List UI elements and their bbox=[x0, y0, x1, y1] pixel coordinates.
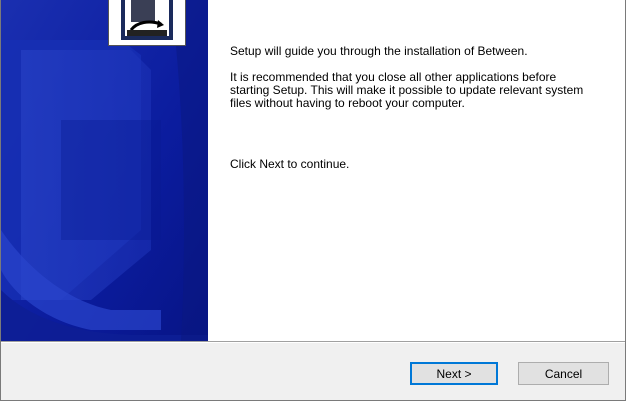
intro-text: Setup will guide you through the install… bbox=[230, 44, 528, 58]
cancel-button-label: Cancel bbox=[544, 366, 583, 381]
recommendation-text: It is recommended that you close all oth… bbox=[230, 70, 584, 110]
instruction-text: Click Next to continue. bbox=[230, 157, 350, 171]
installer-box-icon bbox=[108, 0, 186, 46]
next-button[interactable]: Next > bbox=[410, 362, 498, 385]
next-button-label: Next > bbox=[436, 366, 472, 381]
content-panel: Setup will guide you through the install… bbox=[208, 0, 625, 341]
footer-divider-highlight bbox=[1, 342, 625, 343]
cancel-button[interactable]: Cancel bbox=[518, 362, 609, 385]
setup-wizard-window: Setup will guide you through the install… bbox=[0, 0, 626, 401]
wizard-sidebar-image bbox=[1, 0, 208, 341]
